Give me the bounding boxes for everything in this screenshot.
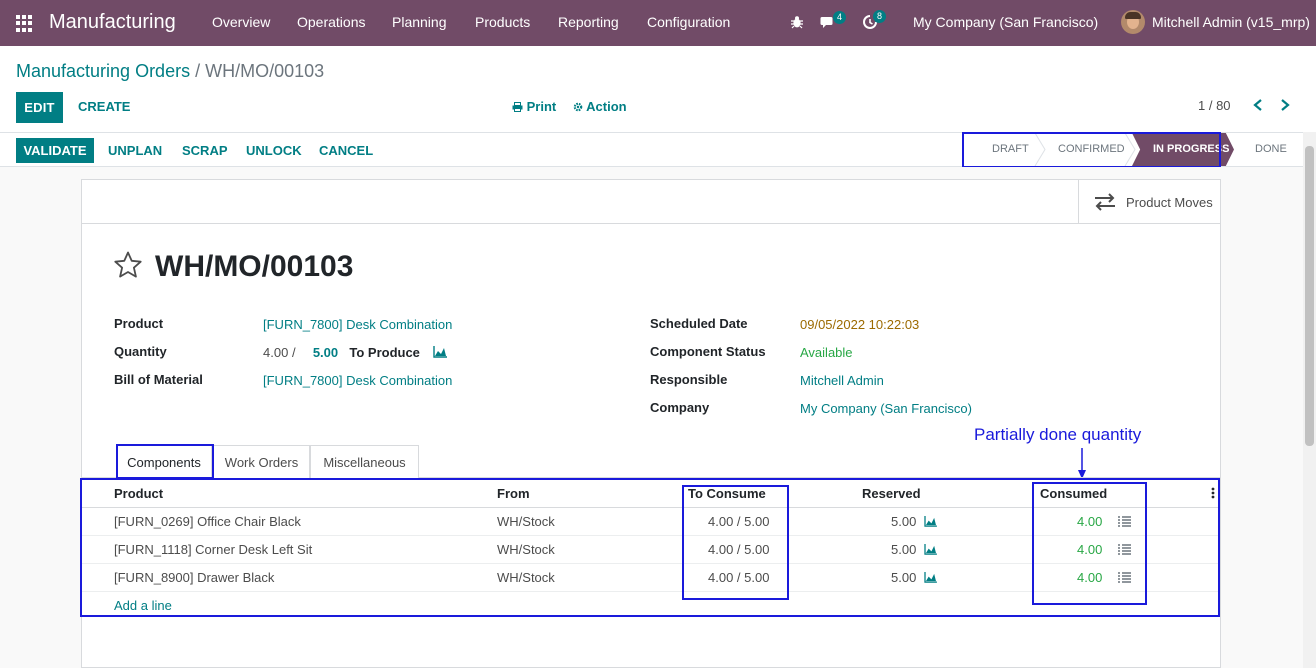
scheduled-date-label: Scheduled Date: [650, 316, 748, 331]
breadcrumb-parent-link[interactable]: Manufacturing Orders: [16, 61, 190, 81]
cancel-button[interactable]: CANCEL: [319, 143, 373, 158]
breadcrumb-current: WH/MO/00103: [205, 61, 325, 81]
product-moves-label: Product Moves: [1126, 195, 1213, 210]
create-button[interactable]: CREATE: [78, 99, 130, 114]
chevron-left-icon[interactable]: [1252, 98, 1264, 112]
tab-miscellaneous[interactable]: Miscellaneous: [310, 445, 419, 478]
form-statusbar: VALIDATE UNPLAN SCRAP UNLOCK CANCEL DRAF…: [0, 132, 1316, 168]
product-field[interactable]: [FURN_7800] Desk Combination: [263, 317, 452, 332]
bom-field[interactable]: [FURN_7800] Desk Combination: [263, 373, 452, 388]
user-avatar[interactable]: [1121, 10, 1145, 34]
company-label: Company: [650, 400, 710, 415]
debug-bug-icon[interactable]: [790, 15, 804, 29]
menu-planning[interactable]: Planning: [392, 14, 447, 30]
unlock-button[interactable]: UNLOCK: [246, 143, 302, 158]
menu-configuration[interactable]: Configuration: [647, 14, 730, 30]
quantity-label: Quantity: [114, 344, 167, 359]
consumed-column-highlight: [1032, 482, 1147, 605]
component-status-field: Available: [800, 345, 853, 360]
messages-count-badge: 4: [833, 11, 847, 24]
scheduled-date-field[interactable]: 09/05/2022 10:22:03: [800, 317, 919, 332]
unplan-button[interactable]: UNPLAN: [108, 143, 162, 158]
forecast-chart-icon[interactable]: [433, 346, 448, 358]
record-title: WH/MO/00103: [155, 250, 354, 283]
annotation-text: Partially done quantity: [974, 425, 1142, 444]
user-menu[interactable]: Mitchell Admin (v15_mrp): [1152, 14, 1310, 30]
menu-overview[interactable]: Overview: [212, 14, 270, 30]
company-switcher[interactable]: My Company (San Francisco): [913, 14, 1098, 30]
exchange-arrows-icon: [1095, 193, 1115, 211]
quantity-field: 4.00 / 5.00 To Produce: [263, 345, 448, 360]
app-name[interactable]: Manufacturing: [49, 11, 176, 34]
menu-operations[interactable]: Operations: [297, 14, 365, 30]
activities-count-badge: 8: [873, 10, 887, 23]
bom-label: Bill of Material: [114, 372, 203, 387]
responsible-label: Responsible: [650, 372, 728, 387]
company-field[interactable]: My Company (San Francisco): [800, 401, 972, 416]
breadcrumb: Manufacturing Orders / WH/MO/00103: [16, 61, 324, 82]
qty-separator: /: [291, 345, 296, 360]
responsible-field[interactable]: Mitchell Admin: [800, 373, 884, 388]
gear-icon: [573, 102, 583, 112]
edit-button[interactable]: EDIT: [16, 92, 63, 123]
annotation-arrow-icon: [1078, 448, 1086, 479]
control-panel: Manufacturing Orders / WH/MO/00103 EDIT …: [0, 46, 1316, 132]
components-tab-highlight: [116, 444, 214, 479]
breadcrumb-separator: /: [195, 61, 201, 81]
product-moves-button[interactable]: Product Moves: [1078, 180, 1220, 224]
chevron-right-icon[interactable]: [1279, 98, 1291, 112]
qty-total[interactable]: 5.00: [313, 345, 338, 360]
qty-to-produce-label: To Produce: [349, 345, 420, 360]
action-label: Action: [586, 99, 627, 114]
tab-work-orders[interactable]: Work Orders: [213, 445, 310, 478]
page-scrollbar[interactable]: [1303, 132, 1316, 668]
pager-value[interactable]: 1 / 80: [1198, 98, 1231, 113]
component-status-label: Component Status: [650, 344, 766, 359]
action-button[interactable]: Action: [573, 99, 627, 114]
form-sheet: Product Moves WH/MO/00103 Product [FURN_…: [80, 179, 1221, 668]
product-label: Product: [114, 316, 164, 331]
main-navbar: Manufacturing Overview Operations Planni…: [0, 0, 1316, 46]
stage-done: DONE: [1255, 143, 1287, 155]
printer-icon: [512, 102, 523, 112]
print-label: Print: [526, 99, 557, 114]
menu-products[interactable]: Products: [475, 14, 530, 30]
smart-button-box: Product Moves: [82, 180, 1220, 224]
to-consume-column-highlight: [682, 485, 789, 600]
print-button[interactable]: Print: [512, 99, 556, 114]
apps-menu-icon[interactable]: [16, 15, 33, 32]
star-icon[interactable]: [113, 250, 143, 280]
scrap-button[interactable]: SCRAP: [182, 143, 228, 158]
menu-reporting[interactable]: Reporting: [558, 14, 619, 30]
validate-button[interactable]: VALIDATE: [16, 138, 94, 163]
scrollbar-thumb[interactable]: [1305, 146, 1314, 446]
qty-producing[interactable]: 4.00: [263, 345, 288, 360]
stage-highlight-box: [962, 132, 1221, 168]
